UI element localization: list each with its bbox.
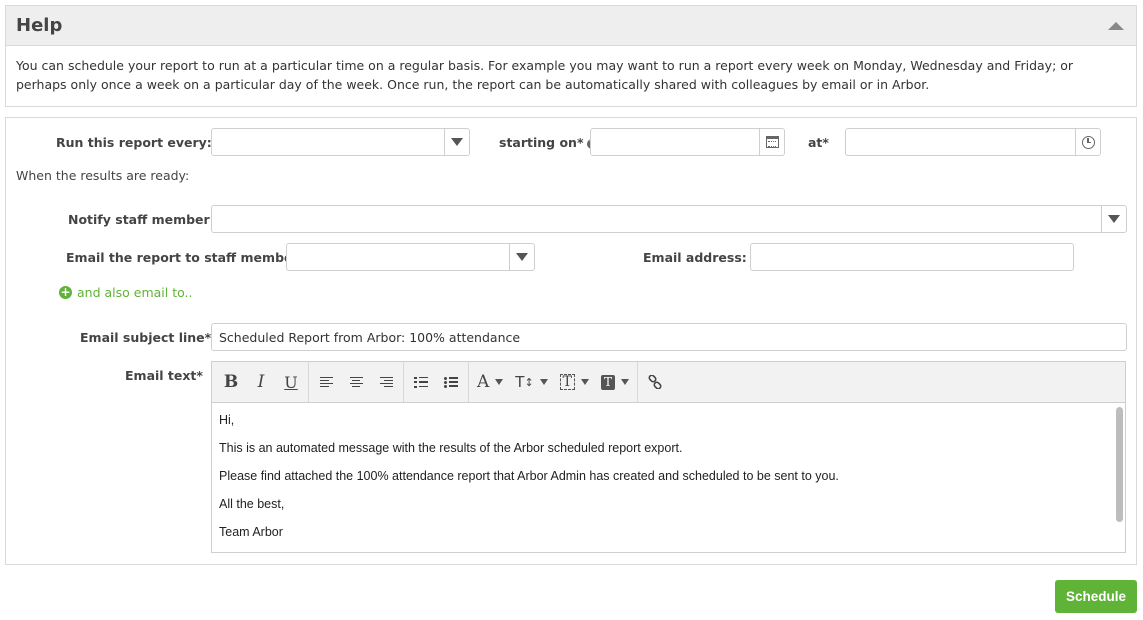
calendar-icon: [765, 136, 779, 148]
notify-staff-select[interactable]: [211, 205, 1127, 233]
caret-down-icon: [539, 379, 548, 385]
toolbar-divider: [637, 362, 639, 402]
editor-scrollbar[interactable]: [1116, 407, 1123, 522]
also-email-link-text: and also email to..: [77, 285, 193, 300]
link-button[interactable]: [640, 367, 670, 397]
font-color-button[interactable]: A: [471, 367, 509, 397]
at-label: at*: [808, 135, 829, 150]
text-style-button[interactable]: T: [595, 367, 635, 397]
email-report-staff-select[interactable]: [286, 243, 535, 271]
underline-button[interactable]: U: [276, 367, 306, 397]
editor-content[interactable]: Hi, This is an automated message with th…: [212, 403, 1125, 552]
subject-input[interactable]: Scheduled Report from Arbor: 100% attend…: [211, 323, 1127, 351]
schedule-button[interactable]: Schedule: [1055, 580, 1137, 613]
toolbar-divider: [468, 362, 469, 402]
align-center-button[interactable]: [341, 367, 371, 397]
help-panel: Help You can schedule your report to run…: [5, 5, 1137, 107]
insert-field-button[interactable]: T: [554, 367, 595, 397]
font-color-icon: A: [477, 372, 490, 392]
editor-paragraph: Hi,: [219, 413, 235, 427]
email-text-editor[interactable]: B I U A T ↕ T T Hi, This is an automated…: [211, 361, 1126, 553]
starting-on-label-text: starting on*: [499, 135, 584, 150]
run-every-label-text: Run this report every:*: [56, 135, 219, 150]
font-size-icon: T: [515, 373, 525, 391]
editor-toolbar: B I U A T ↕ T T: [212, 362, 1125, 403]
run-every-select[interactable]: [211, 128, 470, 156]
caret-down-icon: [495, 379, 504, 385]
time-picker-button[interactable]: [1075, 129, 1100, 155]
plus-circle-icon: +: [59, 285, 72, 299]
help-title: Help: [16, 15, 63, 36]
text-style-icon: T: [601, 374, 616, 390]
insert-field-icon: T: [559, 374, 576, 390]
run-every-label: Run this report every:*?: [56, 135, 232, 150]
schedule-form: Run this report every:*? starting on*? a…: [5, 117, 1137, 565]
align-left-button[interactable]: [311, 367, 341, 397]
align-center-icon: [349, 376, 363, 388]
caret-down-icon: [581, 379, 590, 385]
ordered-list-button[interactable]: [406, 367, 436, 397]
email-address-label: Email address:: [643, 250, 747, 265]
dropdown-arrow[interactable]: [444, 129, 469, 155]
help-header[interactable]: Help: [6, 6, 1136, 46]
bullet-list-button[interactable]: [436, 367, 466, 397]
date-picker-button[interactable]: [759, 129, 784, 155]
bold-button[interactable]: B: [216, 367, 246, 397]
subject-value: Scheduled Report from Arbor: 100% attend…: [219, 329, 521, 345]
chevron-down-icon: [1108, 215, 1120, 223]
bullet-list-icon: [444, 376, 458, 388]
caret-down-icon: [621, 379, 630, 385]
align-right-icon: [379, 376, 393, 388]
text-height-icon: ↕: [524, 375, 534, 389]
notify-staff-label: Notify staff member:: [68, 212, 215, 227]
dropdown-arrow[interactable]: [1101, 206, 1126, 232]
editor-paragraph: All the best,: [219, 497, 285, 511]
starting-on-label: starting on*?: [499, 135, 597, 150]
font-size-button[interactable]: T ↕: [509, 367, 553, 397]
editor-paragraph: This is an automated message with the re…: [219, 441, 683, 455]
link-icon: [648, 375, 662, 389]
chevron-down-icon: [516, 253, 528, 261]
subject-label: Email subject line*: [80, 330, 212, 345]
ordered-list-icon: [414, 376, 428, 388]
email-address-field[interactable]: [750, 243, 1074, 271]
also-email-link[interactable]: + and also email to..: [59, 285, 192, 300]
align-right-button[interactable]: [371, 367, 401, 397]
dropdown-arrow[interactable]: [509, 244, 534, 270]
toolbar-divider: [308, 362, 309, 402]
editor-paragraph: Team Arbor: [219, 525, 283, 539]
email-report-label: Email the report to staff member:: [66, 250, 304, 265]
clock-icon: [1081, 135, 1095, 149]
align-left-icon: [319, 376, 333, 388]
email-text-label: Email text*: [125, 368, 203, 383]
editor-paragraph: Please find attached the 100% attendance…: [219, 469, 839, 483]
results-ready-text: When the results are ready:: [16, 168, 190, 183]
starting-on-date-field[interactable]: [590, 128, 785, 156]
chevron-down-icon: [451, 138, 463, 146]
italic-button[interactable]: I: [246, 367, 276, 397]
at-time-field[interactable]: [845, 128, 1101, 156]
chevron-up-icon[interactable]: [1108, 21, 1124, 30]
help-text: You can schedule your report to run at a…: [16, 58, 1074, 92]
toolbar-divider: [403, 362, 404, 402]
